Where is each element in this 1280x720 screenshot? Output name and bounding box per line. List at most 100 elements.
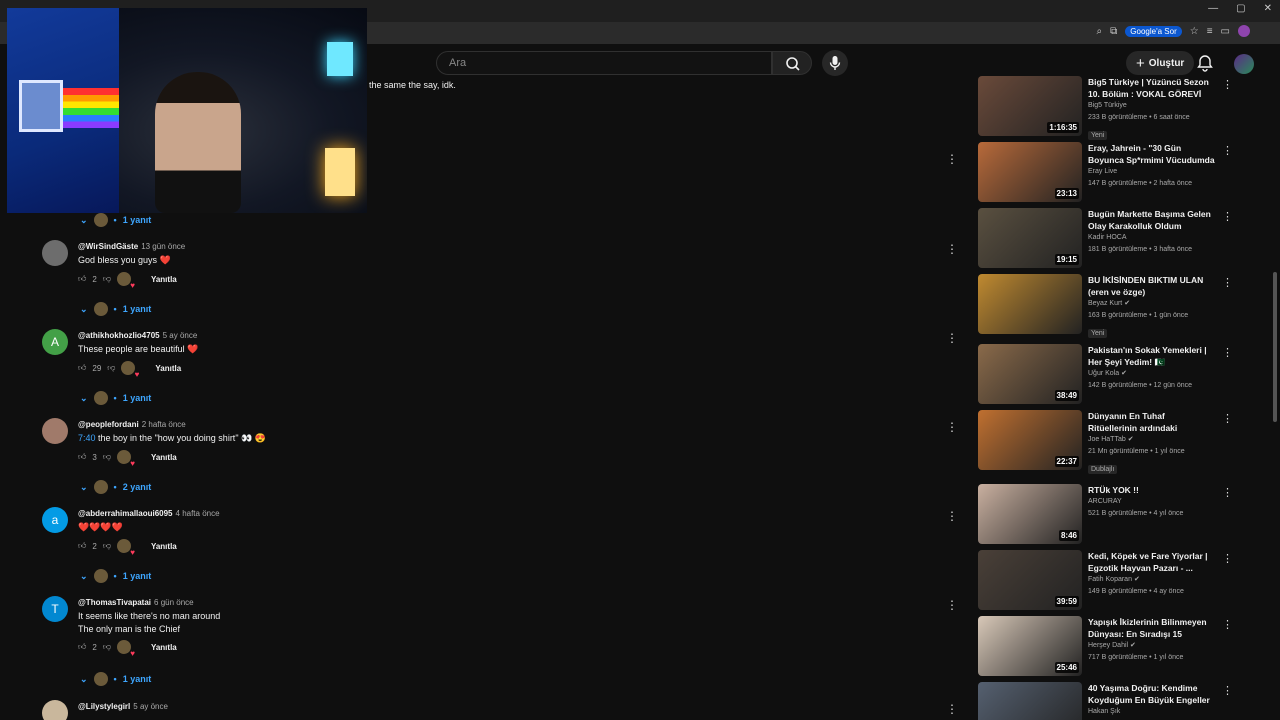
video-title[interactable]: Yapışık İkizlerinin Bilinmeyen Dünyası: … (1088, 616, 1216, 640)
video-thumbnail[interactable] (978, 274, 1082, 334)
comment-more-icon[interactable]: ⋮ (946, 702, 958, 716)
like-icon[interactable]: 👍︎ (78, 541, 86, 551)
replies-toggle[interactable]: ⌄ • 1 yanıt (80, 569, 151, 583)
video-title[interactable]: Bugün Markette Başıma Gelen Olay Karakol… (1088, 208, 1216, 232)
video-channel[interactable]: Uğur Kola ✔︎ (1088, 368, 1216, 380)
related-video-item[interactable]: 38:49 Pakistan'ın Sokak Yemekleri | Her … (978, 344, 1233, 406)
search-button[interactable] (772, 51, 812, 75)
video-title[interactable]: BU İKİSİNDEN BIKTIM ULAN (eren ve özge) (1088, 274, 1216, 298)
comment-avatar[interactable] (42, 418, 68, 444)
comment-time[interactable]: 4 hafta önce (176, 509, 220, 518)
comment-author[interactable]: @ThomasTivapatai (78, 598, 151, 607)
video-thumbnail[interactable]: 23:13 (978, 142, 1082, 202)
notifications-button[interactable] (1197, 54, 1213, 77)
related-video-item[interactable]: 25:46 Yapışık İkizlerinin Bilinmeyen Dün… (978, 616, 1233, 678)
video-more-icon[interactable]: ⋮ (1222, 144, 1233, 157)
like-icon[interactable]: 👍︎ (78, 642, 86, 652)
comment-time[interactable]: 5 ay önce (163, 331, 198, 340)
video-channel[interactable]: ARCURAY (1088, 496, 1216, 508)
replies-toggle[interactable]: ⌄ • 1 yanıt (80, 391, 151, 405)
reply-button[interactable]: Yanıtla (151, 542, 177, 551)
dislike-icon[interactable]: 👎︎ (107, 363, 115, 373)
video-more-icon[interactable]: ⋮ (1222, 412, 1233, 425)
comment-more-icon[interactable]: ⋮ (946, 331, 958, 345)
video-thumbnail[interactable] (978, 682, 1082, 720)
cast-icon[interactable]: ⧉ (1110, 26, 1117, 37)
video-title[interactable]: Dünyanın En Tuhaf Ritüellerinin ardındak… (1088, 410, 1216, 434)
comment-author[interactable]: @abderrahimallaoui6095 (78, 509, 173, 518)
video-thumbnail[interactable]: 22:37 (978, 410, 1082, 470)
related-video-item[interactable]: 40 Yaşıma Doğru: Kendime Koyduğum En Büy… (978, 682, 1233, 720)
related-video-item[interactable]: 23:13 Eray, Jahrein - "30 Gün Boyunca Sp… (978, 142, 1233, 204)
video-channel[interactable]: Kadir HOCA (1088, 232, 1216, 244)
comment-author[interactable]: @athikhokhozlio4705 (78, 331, 160, 340)
comment-more-icon[interactable]: ⋮ (946, 152, 958, 166)
video-more-icon[interactable]: ⋮ (1222, 346, 1233, 359)
comment-avatar[interactable]: T (42, 596, 68, 622)
comment-time[interactable]: 2 hafta önce (142, 420, 186, 429)
account-avatar[interactable] (1234, 54, 1254, 74)
video-thumbnail[interactable]: 38:49 (978, 344, 1082, 404)
video-thumbnail[interactable]: 8:46 (978, 484, 1082, 544)
related-video-item[interactable]: 1:16:35 Big5 Türkiye | Yüzüncü Sezon 10.… (978, 76, 1233, 140)
google-lens-button[interactable]: Google'a Sor (1125, 25, 1182, 37)
video-thumbnail[interactable]: 39:59 (978, 550, 1082, 610)
reply-button[interactable]: Yanıtla (151, 275, 177, 284)
scrollbar[interactable] (1273, 272, 1277, 422)
video-channel[interactable]: Fatih Koparan ✔︎ (1088, 574, 1216, 586)
comment-author[interactable]: @peoplefordani (78, 420, 139, 429)
close-icon[interactable]: ✕ (1264, 3, 1272, 14)
comment-more-icon[interactable]: ⋮ (946, 420, 958, 434)
sidebar-icon[interactable]: ▭ (1221, 26, 1230, 37)
video-more-icon[interactable]: ⋮ (1222, 618, 1233, 631)
video-thumbnail[interactable]: 19:15 (978, 208, 1082, 268)
bookmark-star-icon[interactable]: ☆ (1190, 26, 1199, 37)
video-channel[interactable]: Big5 Türkiye (1088, 100, 1216, 112)
video-title[interactable]: Eray, Jahrein - "30 Gün Boyunca Sp*rmimi… (1088, 142, 1216, 166)
create-button[interactable]: + Oluştur (1126, 51, 1195, 75)
minimize-icon[interactable]: — (1208, 3, 1218, 14)
like-icon[interactable]: 👍︎ (78, 452, 86, 462)
comment-avatar[interactable] (42, 700, 68, 720)
video-channel[interactable]: Herşey Dahil ✔︎ (1088, 640, 1216, 652)
comment-more-icon[interactable]: ⋮ (946, 598, 958, 612)
browser-profile-avatar[interactable] (1238, 25, 1250, 37)
reply-button[interactable]: Yanıtla (155, 364, 181, 373)
comment-more-icon[interactable]: ⋮ (946, 509, 958, 523)
replies-toggle[interactable]: ⌄ • 2 yanıt (80, 480, 151, 494)
replies-toggle[interactable]: ⌄ • 1 yanıt (80, 213, 151, 227)
comment-timestamp-link[interactable]: 7:40 (78, 433, 96, 443)
related-video-item[interactable]: 8:46 RTÜk YOK !! ARCURAY 521 B görüntüle… (978, 484, 1233, 546)
related-video-item[interactable]: 39:59 Kedi, Köpek ve Fare Yiyorlar | Egz… (978, 550, 1233, 612)
video-channel[interactable]: Hakan Şık (1088, 706, 1216, 718)
comment-author[interactable]: @Lilystylegirl (78, 702, 130, 711)
video-channel[interactable]: Eray Live (1088, 166, 1216, 178)
related-video-item[interactable]: 19:15 Bugün Markette Başıma Gelen Olay K… (978, 208, 1233, 270)
reply-button[interactable]: Yanıtla (151, 453, 177, 462)
dislike-icon[interactable]: 👎︎ (103, 452, 111, 462)
comment-avatar[interactable] (42, 240, 68, 266)
comment-time[interactable]: 5 ay önce (133, 702, 168, 711)
reply-button[interactable]: Yanıtla (151, 643, 177, 652)
comment-time[interactable]: 13 gün önce (141, 242, 185, 251)
video-title[interactable]: RTÜk YOK !! (1088, 484, 1216, 496)
video-more-icon[interactable]: ⋮ (1222, 78, 1233, 91)
replies-toggle[interactable]: ⌄ • 1 yanıt (80, 302, 151, 316)
dislike-icon[interactable]: 👎︎ (103, 541, 111, 551)
search-input[interactable]: Ara (436, 51, 772, 75)
dislike-icon[interactable]: 👎︎ (103, 274, 111, 284)
maximize-icon[interactable]: ▢ (1236, 3, 1245, 14)
video-more-icon[interactable]: ⋮ (1222, 276, 1233, 289)
like-icon[interactable]: 👍︎ (78, 363, 86, 373)
related-video-item[interactable]: 22:37 Dünyanın En Tuhaf Ritüellerinin ar… (978, 410, 1233, 474)
video-title[interactable]: 40 Yaşıma Doğru: Kendime Koyduğum En Büy… (1088, 682, 1216, 706)
voice-search-button[interactable] (822, 50, 848, 76)
zoom-icon[interactable]: ⌕ (1097, 26, 1103, 37)
video-more-icon[interactable]: ⋮ (1222, 684, 1233, 697)
dislike-icon[interactable]: 👎︎ (103, 642, 111, 652)
video-thumbnail[interactable]: 1:16:35 (978, 76, 1082, 136)
replies-toggle[interactable]: ⌄ • 1 yanıt (80, 672, 151, 686)
video-title[interactable]: Big5 Türkiye | Yüzüncü Sezon 10. Bölüm :… (1088, 76, 1216, 100)
video-title[interactable]: Kedi, Köpek ve Fare Yiyorlar | Egzotik H… (1088, 550, 1216, 574)
video-channel[interactable]: Beyaz Kurt ✔︎ (1088, 298, 1216, 310)
